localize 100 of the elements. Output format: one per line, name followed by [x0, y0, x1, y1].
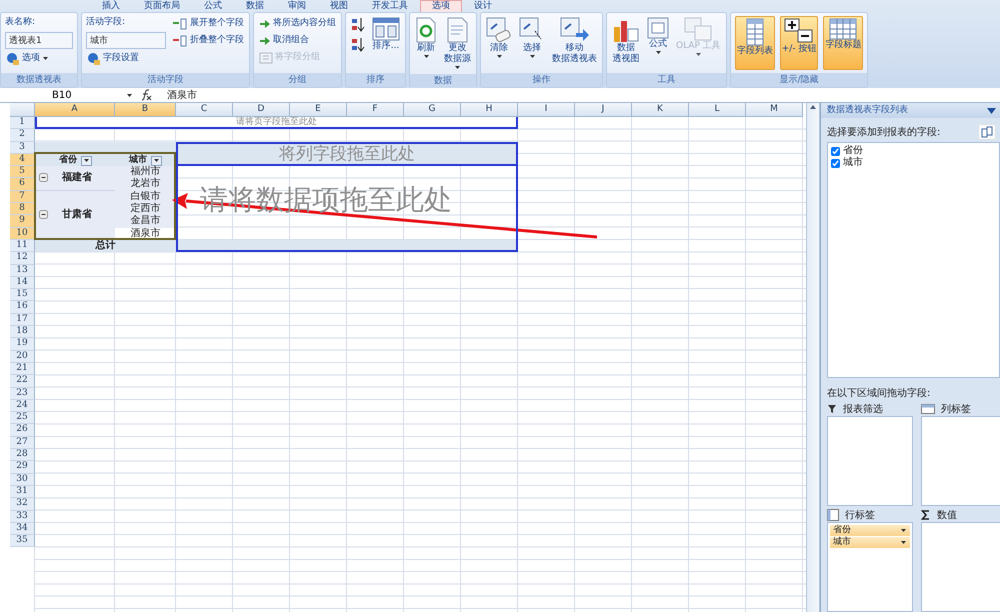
ribbon-button[interactable]: 排序...: [371, 16, 401, 53]
toggle-button[interactable]: +/- 按钮: [780, 16, 818, 70]
ribbon-button[interactable]: 展开整个字段: [171, 16, 245, 31]
ribbon-button[interactable]: 将所选内容分组: [258, 16, 337, 31]
row-header[interactable]: 25: [10, 412, 35, 424]
area-field-item[interactable]: 城市: [830, 537, 910, 548]
row-header[interactable]: 20: [10, 350, 35, 363]
ribbon-tab[interactable]: 开发工具: [360, 0, 420, 12]
row-header[interactable]: 22: [10, 375, 35, 388]
row-header[interactable]: 2: [10, 129, 35, 142]
column-header[interactable]: K: [632, 103, 689, 117]
ribbon-tab[interactable]: 视图: [318, 0, 360, 12]
ribbon-button[interactable]: 数据 透视图: [611, 16, 641, 66]
vertical-scrollbar[interactable]: [806, 103, 820, 612]
ribbon-tab[interactable]: 设计: [462, 0, 504, 12]
row-header[interactable]: 33: [10, 510, 35, 523]
row-header[interactable]: 35: [10, 535, 35, 548]
ribbon-tab[interactable]: 选项: [420, 0, 462, 12]
row-header[interactable]: 8: [10, 203, 35, 216]
row-header[interactable]: 15: [10, 289, 35, 302]
row-header[interactable]: 28: [10, 449, 35, 462]
ribbon-button[interactable]: 刷新: [414, 16, 438, 60]
ribbon-button[interactable]: 字段设置: [86, 50, 166, 66]
field-checkbox[interactable]: [831, 146, 840, 156]
column-header[interactable]: E: [290, 103, 347, 117]
row-header[interactable]: 13: [10, 264, 35, 277]
active-field-input[interactable]: 城市: [86, 32, 166, 48]
column-header[interactable]: H: [461, 103, 518, 117]
row-header[interactable]: 3: [10, 142, 35, 154]
row-header[interactable]: 14: [10, 276, 35, 290]
column-header[interactable]: M: [746, 103, 803, 117]
row-header[interactable]: 34: [10, 522, 35, 536]
row-header[interactable]: 17: [10, 314, 35, 326]
column-header[interactable]: I: [518, 103, 575, 117]
row-header[interactable]: 21: [10, 362, 35, 376]
dropdown-icon[interactable]: [987, 108, 996, 114]
column-header[interactable]: G: [404, 103, 461, 117]
row-header[interactable]: 5: [10, 166, 35, 178]
ribbon-button[interactable]: 折叠整个字段: [171, 33, 245, 48]
ribbon-button[interactable]: 选择: [518, 16, 546, 60]
column-header[interactable]: A: [35, 103, 115, 117]
column-header[interactable]: C: [176, 103, 233, 117]
row-header[interactable]: 11: [10, 240, 35, 252]
plus-minus-icon: [784, 18, 814, 44]
row-header[interactable]: 23: [10, 388, 35, 400]
column-header[interactable]: J: [575, 103, 632, 117]
area-field-item[interactable]: 省份: [830, 525, 910, 536]
row-header[interactable]: 1: [10, 117, 35, 130]
row-header[interactable]: 12: [10, 252, 35, 265]
filter-dropdown-button[interactable]: [81, 156, 92, 166]
toggle-button[interactable]: 字段标题: [823, 16, 864, 70]
ribbon-button[interactable]: 公式: [646, 16, 670, 56]
row-header[interactable]: 24: [10, 400, 35, 412]
city-cell[interactable]: 定西市: [115, 203, 176, 216]
arrow-icon: [259, 36, 271, 46]
field-label: 活动字段:: [86, 16, 126, 29]
page-field-drop-zone[interactable]: 请将页字段拖至此处: [35, 117, 518, 130]
ribbon-button[interactable]: 清除: [485, 16, 513, 60]
layout-button[interactable]: [978, 124, 996, 140]
row-header[interactable]: 16: [10, 301, 35, 314]
ribbon-tab[interactable]: 插入: [90, 0, 132, 12]
row-header[interactable]: 32: [10, 498, 35, 510]
row-header[interactable]: 27: [10, 436, 35, 450]
row-area-box[interactable]: 省份 城市: [827, 522, 913, 612]
group-title: 数据: [410, 74, 476, 88]
caret-icon: [153, 158, 160, 164]
pivot-name-field[interactable]: 透视表1: [5, 32, 73, 48]
city-cell[interactable]: 福州市: [115, 166, 176, 178]
row-header[interactable]: 30: [10, 474, 35, 486]
filter-dropdown-button[interactable]: [151, 156, 162, 166]
column-header[interactable]: F: [347, 103, 404, 117]
ribbon-tab[interactable]: 数据: [234, 0, 276, 12]
city-cell[interactable]: 龙岩市: [115, 178, 176, 191]
group-title: 数据透视表: [1, 73, 77, 87]
row-header[interactable]: 6: [10, 178, 35, 191]
row-header[interactable]: 31: [10, 486, 35, 498]
row-header[interactable]: 29: [10, 461, 35, 474]
field-checkbox[interactable]: [831, 158, 840, 168]
row-header[interactable]: 26: [10, 424, 35, 437]
ribbon-button[interactable]: 移动 数据透视表: [551, 16, 598, 66]
row-header[interactable]: 18: [10, 326, 35, 338]
ribbon-tab[interactable]: 公式: [192, 0, 234, 12]
column-header[interactable]: B: [115, 103, 176, 117]
group-title: 工具: [607, 73, 726, 87]
city-cell[interactable]: 金昌市: [115, 215, 176, 228]
toggle-button[interactable]: 字段列表: [734, 16, 775, 70]
caret-icon[interactable]: [126, 92, 133, 98]
column-header[interactable]: L: [689, 103, 746, 117]
row-header[interactable]: 19: [10, 338, 35, 351]
area-title: 报表筛选: [843, 402, 883, 416]
ribbon-button[interactable]: 选项: [5, 50, 73, 66]
row-header[interactable]: 9: [10, 215, 35, 228]
collapse-icon[interactable]: [39, 210, 48, 220]
ribbon-button[interactable]: 取消组合: [258, 33, 337, 48]
column-header[interactable]: D: [233, 103, 290, 117]
collapse-icon[interactable]: [39, 173, 48, 182]
ribbon-button[interactable]: 更改 数据源: [443, 16, 472, 71]
ribbon-tab[interactable]: 页面布局: [132, 0, 192, 12]
sum-icon: [921, 510, 931, 520]
ribbon-tab[interactable]: 审阅: [276, 0, 318, 12]
